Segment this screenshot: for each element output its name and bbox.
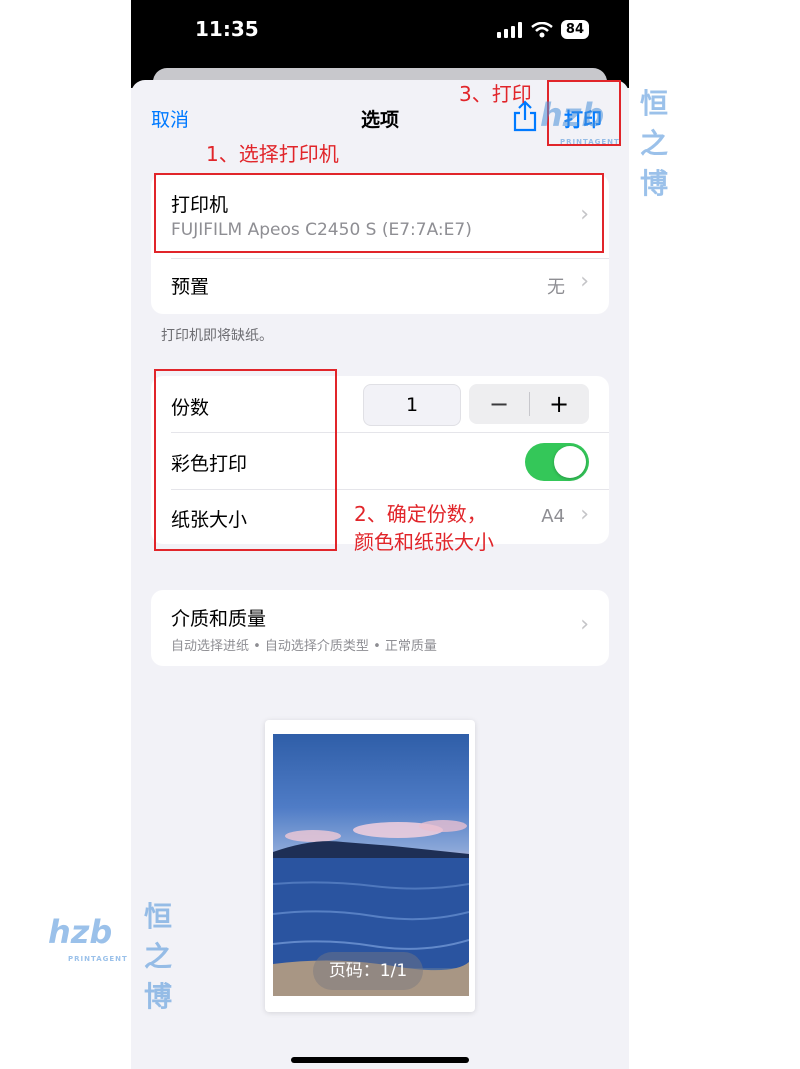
annotation-step1: 1、选择打印机 bbox=[206, 142, 339, 166]
increment-button[interactable]: + bbox=[529, 384, 589, 424]
watermark-tagline: PRINTAGENT bbox=[560, 138, 620, 146]
printer-highlight-box bbox=[154, 173, 604, 253]
page-number-badge: 页码：1/1 bbox=[313, 952, 423, 990]
chevron-right-icon: › bbox=[580, 502, 589, 527]
watermark-logo: hzb bbox=[48, 913, 113, 951]
toggle-knob bbox=[554, 446, 586, 478]
preset-value: 无 bbox=[547, 277, 565, 298]
battery-indicator: 84 bbox=[560, 20, 589, 39]
paper-low-warning: 打印机即将缺纸。 bbox=[161, 328, 273, 344]
print-preview-area bbox=[131, 700, 629, 1069]
media-quality-group[interactable]: 介质和质量 自动选择进纸 • 自动选择介质类型 • 正常质量 › bbox=[151, 590, 609, 666]
copies-field[interactable]: 1 bbox=[363, 384, 461, 426]
status-time: 11:35 bbox=[195, 17, 259, 41]
phone-screen: 11:35 84 取消 选项 打印 打印机 FUJIFILM Apeos C24… bbox=[131, 0, 629, 1069]
preset-row[interactable]: 预置 无 › bbox=[151, 259, 609, 314]
wifi-icon bbox=[531, 21, 553, 37]
decrement-button[interactable]: − bbox=[469, 384, 529, 424]
copies-stepper: − + bbox=[469, 384, 589, 424]
settings-highlight-box bbox=[154, 369, 337, 551]
preset-label: 预置 bbox=[171, 276, 210, 298]
chevron-right-icon: › bbox=[580, 269, 589, 294]
annotation-step2-line1: 2、确定份数， bbox=[354, 502, 487, 526]
annotation-step2-line2: 颜色和纸张大小 bbox=[354, 530, 494, 554]
media-quality-detail: 自动选择进纸 • 自动选择介质类型 • 正常质量 bbox=[171, 639, 437, 654]
home-indicator[interactable] bbox=[291, 1057, 469, 1063]
media-quality-label: 介质和质量 bbox=[171, 608, 267, 630]
watermark-tagline: PRINTAGENT bbox=[68, 955, 128, 963]
paper-size-value: A4 bbox=[541, 506, 565, 527]
watermark-brand: 恒之博 bbox=[144, 900, 173, 1013]
watermark-logo: hzb bbox=[540, 96, 605, 134]
status-icons: 84 bbox=[496, 20, 589, 39]
signal-icon bbox=[496, 21, 522, 38]
chevron-right-icon: › bbox=[580, 612, 589, 637]
watermark-brand: 恒之博 bbox=[640, 87, 669, 200]
color-print-toggle[interactable] bbox=[525, 443, 589, 481]
annotation-step3: 3、打印 bbox=[459, 82, 532, 106]
